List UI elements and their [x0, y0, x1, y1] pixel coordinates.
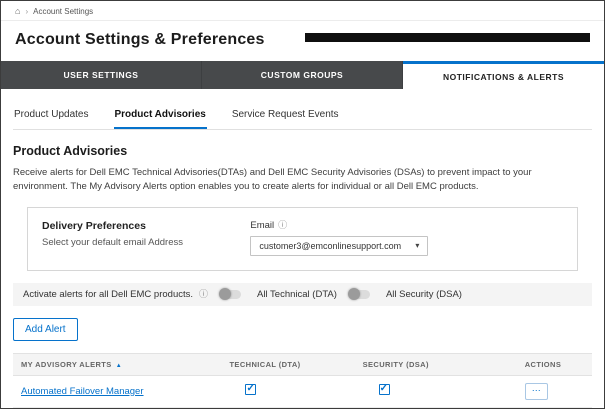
- header-my-advisory-alerts-label: MY ADVISORY ALERTS: [21, 360, 112, 369]
- subtab-service-request-events[interactable]: Service Request Events: [231, 105, 340, 129]
- email-label-row: Email ⓘ: [250, 220, 428, 231]
- breadcrumb-item-account-settings[interactable]: Account Settings: [33, 7, 93, 16]
- activate-alerts-bar: Activate alerts for all Dell EMC product…: [13, 283, 592, 306]
- all-technical-toggle[interactable]: [349, 290, 370, 299]
- content-area: Product Updates Product Advisories Servi…: [1, 89, 604, 409]
- toggle-knob: [219, 288, 231, 300]
- technical-checkbox[interactable]: [245, 384, 256, 395]
- row-actions-button[interactable]: ⋯: [525, 383, 548, 400]
- security-checkbox[interactable]: [379, 384, 390, 395]
- sort-ascending-icon: ▲: [116, 363, 122, 369]
- breadcrumb-separator-icon: ›: [25, 7, 28, 16]
- account-settings-page: ⌂ › Account Settings Account Settings & …: [0, 0, 605, 409]
- home-icon[interactable]: ⌂: [15, 6, 20, 16]
- tab-notifications-alerts-label: NOTIFICATIONS & ALERTS: [443, 72, 564, 82]
- title-row: Account Settings & Preferences: [1, 21, 604, 61]
- delivery-preferences-labels: Delivery Preferences Select your default…: [42, 220, 250, 256]
- tab-custom-groups-label: CUSTOM GROUPS: [261, 70, 343, 80]
- tab-custom-groups[interactable]: CUSTOM GROUPS: [202, 61, 403, 89]
- all-technical-label: All Technical (DTA): [257, 289, 337, 300]
- delivery-preferences-panel: Delivery Preferences Select your default…: [27, 207, 578, 271]
- toggle-knob: [348, 288, 360, 300]
- subtab-product-updates[interactable]: Product Updates: [13, 105, 90, 129]
- all-products-toggle[interactable]: [220, 290, 241, 299]
- header-security-dsa: SECURITY (DSA): [355, 353, 517, 375]
- activate-alerts-info-icon[interactable]: ⓘ: [199, 290, 208, 299]
- email-info-icon[interactable]: ⓘ: [278, 221, 287, 230]
- tab-user-settings-label: USER SETTINGS: [64, 70, 139, 80]
- activate-alerts-label: Activate alerts for all Dell EMC product…: [23, 289, 193, 300]
- breadcrumb: ⌂ › Account Settings: [1, 1, 604, 21]
- tab-user-settings[interactable]: USER SETTINGS: [1, 61, 202, 89]
- alert-link-automated-failover-manager[interactable]: Automated Failover Manager: [21, 386, 144, 397]
- sub-tabs: Product Updates Product Advisories Servi…: [13, 103, 592, 130]
- page-title: Account Settings & Preferences: [15, 31, 265, 49]
- email-select-group: Email ⓘ customer3@emconlinesupport.com ▾: [250, 220, 428, 256]
- header-my-advisory-alerts[interactable]: MY ADVISORY ALERTS ▲: [13, 353, 221, 375]
- section-description: Receive alerts for Dell EMC Technical Ad…: [13, 166, 588, 195]
- table-row: Automated Failover Manager ⋯: [13, 375, 592, 407]
- email-label: Email: [250, 220, 274, 231]
- select-caret-icon: ▾: [405, 241, 419, 250]
- email-select-value: customer3@emconlinesupport.com: [259, 241, 401, 251]
- add-alert-button[interactable]: Add Alert: [13, 318, 78, 341]
- subtab-product-advisories[interactable]: Product Advisories: [114, 105, 207, 129]
- section-title: Product Advisories: [13, 144, 592, 158]
- tab-notifications-alerts[interactable]: NOTIFICATIONS & ALERTS: [403, 61, 604, 89]
- delivery-preferences-subtitle: Select your default email Address: [42, 237, 250, 248]
- advisory-alerts-table: MY ADVISORY ALERTS ▲ TECHNICAL (DTA) SECU…: [13, 353, 592, 409]
- delivery-preferences-title: Delivery Preferences: [42, 220, 250, 232]
- main-tabs: USER SETTINGS CUSTOM GROUPS NOTIFICATION…: [1, 61, 604, 89]
- header-actions: ACTIONS: [517, 353, 592, 375]
- header-technical-dta: TECHNICAL (DTA): [221, 353, 354, 375]
- email-select[interactable]: customer3@emconlinesupport.com ▾: [250, 236, 428, 256]
- table-header-row: MY ADVISORY ALERTS ▲ TECHNICAL (DTA) SECU…: [13, 353, 592, 375]
- dark-banner: [305, 33, 590, 42]
- all-security-label: All Security (DSA): [386, 289, 462, 300]
